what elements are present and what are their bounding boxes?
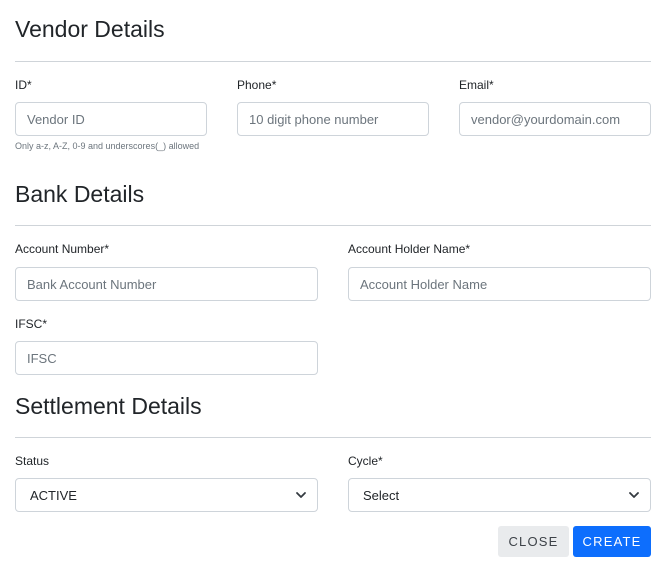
bank-details-divider [15, 225, 651, 226]
ifsc-label: IFSC* [15, 317, 48, 331]
email-input[interactable] [459, 102, 651, 136]
phone-label: Phone* [237, 78, 277, 92]
vendor-id-label: ID* [15, 78, 32, 92]
account-holder-input[interactable] [348, 267, 651, 301]
status-selected-value: ACTIVE [30, 487, 77, 503]
ifsc-input[interactable] [15, 341, 318, 375]
status-label: Status [15, 454, 50, 468]
cycle-selected-value: Select [363, 487, 400, 503]
chevron-down-icon [629, 492, 639, 498]
vendor-details-divider [15, 61, 651, 62]
vendor-id-hint: Only a-z, A-Z, 0-9 and underscores(_) al… [15, 141, 200, 151]
create-button[interactable]: CREATE [573, 526, 651, 557]
bank-details-title: Bank Details [15, 181, 145, 207]
close-button[interactable]: CLOSE [498, 526, 569, 557]
account-number-label: Account Number* [15, 242, 110, 256]
phone-input[interactable] [237, 102, 429, 136]
account-number-input[interactable] [15, 267, 318, 301]
chevron-down-icon [296, 492, 306, 498]
cycle-label: Cycle* [348, 454, 383, 468]
settlement-details-divider [15, 437, 651, 438]
settlement-details-title: Settlement Details [15, 393, 202, 419]
account-holder-label: Account Holder Name* [348, 242, 471, 256]
email-label: Email* [459, 78, 494, 92]
vendor-id-input[interactable] [15, 102, 207, 136]
status-select[interactable]: ACTIVE [15, 478, 318, 512]
vendor-details-title: Vendor Details [15, 16, 165, 42]
cycle-select[interactable]: Select [348, 478, 651, 512]
